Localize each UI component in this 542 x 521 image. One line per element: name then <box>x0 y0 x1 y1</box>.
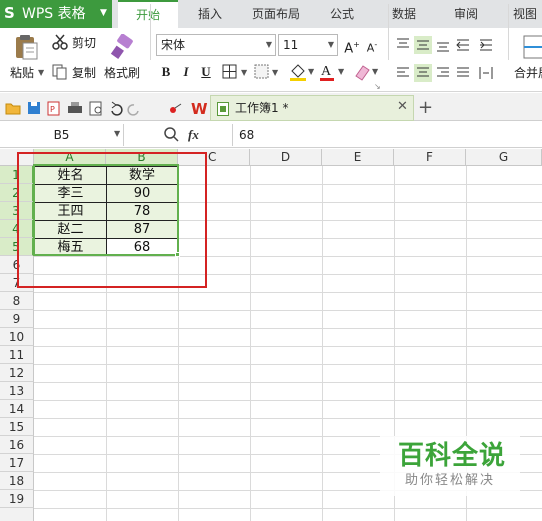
tab-data[interactable]: 数据 <box>384 0 424 28</box>
tab-insert[interactable]: 插入 <box>186 0 234 28</box>
gridline <box>34 382 542 383</box>
borders-icon[interactable]: ▼ <box>222 64 254 80</box>
gridline <box>34 310 542 311</box>
paste-dropdown-icon[interactable]: ▼ <box>38 66 44 80</box>
font-size-value: 11 <box>283 38 299 52</box>
row-header-12[interactable]: 12 <box>0 364 34 382</box>
format-painter-icon[interactable] <box>110 33 136 60</box>
name-box[interactable]: B5 <box>0 124 124 146</box>
merge-center-label[interactable]: 合并居 <box>514 66 542 80</box>
row-header-13[interactable]: 13 <box>0 382 34 400</box>
svg-text:▼: ▼ <box>372 67 379 76</box>
font-size-select[interactable]: 11 ▼ <box>278 34 338 56</box>
font-dialog-launcher-icon[interactable]: ↘ <box>374 82 381 91</box>
svg-text:▼: ▼ <box>338 67 345 76</box>
app-title: WPS 表格 <box>22 6 86 22</box>
clipboard-icon <box>16 35 38 60</box>
italic-icon[interactable]: I <box>176 62 196 82</box>
function-icon[interactable]: fx <box>188 124 199 146</box>
svg-text:A: A <box>321 64 332 79</box>
row-header-14[interactable]: 14 <box>0 400 34 418</box>
font-name-value: 宋体 <box>161 38 186 52</box>
bold-icon[interactable]: B <box>156 62 176 82</box>
wps-app-menu[interactable]: S WPS 表格 ▼ <box>0 0 112 28</box>
merge-style-icon[interactable]: ▼ <box>254 64 284 80</box>
format-painter-button[interactable]: 格式刷 <box>104 66 140 80</box>
gridline <box>34 346 542 347</box>
close-icon[interactable]: ✕ <box>397 99 408 115</box>
chevron-down-icon[interactable]: ▼ <box>114 129 120 138</box>
row-header-9[interactable]: 9 <box>0 310 34 328</box>
ribbon-separator <box>508 4 509 60</box>
vertical-align-group <box>394 36 504 54</box>
row-header-11[interactable]: 11 <box>0 346 34 364</box>
row-header-15[interactable]: 15 <box>0 418 34 436</box>
formula-input[interactable]: 68 <box>232 124 542 146</box>
gridline <box>34 418 542 419</box>
svg-text:P: P <box>50 105 55 114</box>
document-icon <box>217 101 229 116</box>
decrease-font-icon[interactable]: A- <box>362 35 382 55</box>
gridline <box>34 328 542 329</box>
gridline <box>34 364 542 365</box>
svg-text:▼: ▼ <box>272 68 279 77</box>
highlight-annotation-box <box>17 152 207 288</box>
tab-page-layout[interactable]: 页面布局 <box>244 0 308 28</box>
fill-color-icon[interactable]: ▼ <box>288 62 316 82</box>
column-header-e[interactable]: E <box>322 149 394 166</box>
clear-format-icon[interactable]: ▼ <box>352 62 380 82</box>
copy-button[interactable]: 复制 <box>72 66 96 80</box>
column-header-f[interactable]: F <box>394 149 466 166</box>
pin-icon[interactable] <box>168 101 184 115</box>
gridline <box>34 400 542 401</box>
cut-button[interactable]: 剪切 <box>72 36 96 50</box>
font-name-select[interactable]: 宋体 ▼ <box>156 34 276 56</box>
tab-view[interactable]: 视图 <box>508 0 542 28</box>
svg-text:W: W <box>191 100 208 117</box>
document-tab-title: 工作簿1 * <box>235 101 289 115</box>
wps-w-icon: W <box>190 99 208 118</box>
ribbon-separator <box>150 4 151 60</box>
font-color-icon[interactable]: A ▼ <box>318 62 346 82</box>
wps-logo-icon: S <box>4 4 15 22</box>
paste-label: 粘贴 <box>10 66 35 80</box>
watermark-subtitle: 助你轻松解决 <box>405 473 496 488</box>
chevron-down-icon: ▼ <box>327 40 334 49</box>
row-header-17[interactable]: 17 <box>0 454 34 472</box>
svg-text:▼: ▼ <box>308 67 315 76</box>
increase-font-icon[interactable]: A+ <box>342 35 362 56</box>
column-header-g[interactable]: G <box>466 149 542 166</box>
document-tab[interactable]: 工作簿1 * ✕ <box>210 95 414 121</box>
copy-icon[interactable] <box>52 64 68 80</box>
row-header-8[interactable]: 8 <box>0 292 34 310</box>
chevron-down-icon: ▼ <box>265 40 272 49</box>
column-header-d[interactable]: D <box>250 149 322 166</box>
gridline <box>34 508 542 509</box>
tab-home[interactable]: 开始 <box>118 0 178 28</box>
tab-formulas[interactable]: 公式 <box>322 0 362 28</box>
underline-icon[interactable]: U <box>196 62 216 82</box>
row-header-filler <box>0 508 34 521</box>
row-header-16[interactable]: 16 <box>0 436 34 454</box>
quick-actions: P <box>4 99 144 117</box>
new-tab-plus-icon[interactable]: + <box>418 98 433 118</box>
row-header-19[interactable]: 19 <box>0 490 34 508</box>
merge-center-icon[interactable] <box>522 34 542 60</box>
tab-review[interactable]: 审阅 <box>446 0 486 28</box>
watermark-title: 百科全说 <box>398 441 507 471</box>
scissors-icon[interactable] <box>52 34 68 50</box>
horizontal-align-group <box>394 64 504 82</box>
chevron-down-icon: ▼ <box>100 8 107 18</box>
row-header-10[interactable]: 10 <box>0 328 34 346</box>
ribbon-separator <box>388 4 389 60</box>
row-header-18[interactable]: 18 <box>0 472 34 490</box>
zoom-lookup-icon[interactable] <box>163 126 179 142</box>
svg-text:▼: ▼ <box>241 68 248 77</box>
paste-button[interactable] <box>12 34 40 60</box>
gridline <box>34 292 542 293</box>
